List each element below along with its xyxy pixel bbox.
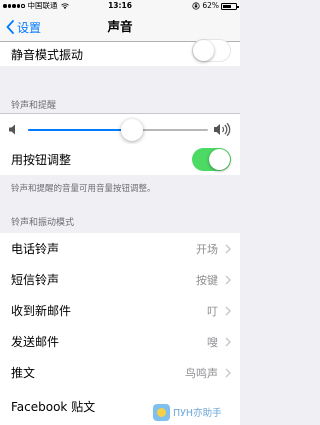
ringer-section-footer: 铃声和提醒的音量可用音量按钮调整。 (11, 184, 156, 194)
chevron-right-icon (225, 244, 231, 253)
battery-percent: 62% (202, 1, 219, 10)
chevron-right-icon (225, 306, 231, 315)
ringer-volume-row (0, 113, 240, 144)
page-title: 声音 (107, 19, 133, 34)
speaker-low-icon (9, 124, 15, 135)
list-item-ringtone[interactable]: 电话铃声 开场 (0, 233, 240, 264)
vibrate-on-silent-switch[interactable] (192, 39, 231, 62)
list-item-value: 开场 (196, 242, 218, 256)
rotation-lock-icon (192, 2, 200, 10)
battery-icon (221, 2, 239, 10)
list-item-value: 按键 (196, 273, 218, 287)
chevron-right-icon (225, 337, 231, 346)
list-item-value: 嗖 (207, 335, 218, 349)
navigation-bar: 设置 声音 (0, 12, 240, 42)
chevron-right-icon (225, 275, 231, 284)
list-item-tweet[interactable]: 推文 鸟鸣声 (0, 357, 240, 388)
status-bar: 中国联通 13:16 62% (0, 0, 240, 12)
change-with-buttons-row: 用按钮调整 (0, 144, 240, 175)
patterns-section-header: 铃声和振动模式 (11, 218, 75, 228)
vibrate-on-silent-row: 静音模式振动 (0, 39, 240, 66)
list-item-value: 鸟鸣声 (185, 366, 218, 380)
speaker-high-icon (214, 123, 231, 136)
list-item-new-mail[interactable]: 收到新邮件 叮 (0, 295, 240, 326)
switch-knob (193, 39, 214, 61)
change-with-buttons-switch[interactable] (192, 148, 231, 171)
list-item-sent-mail[interactable]: 发送邮件 嗖 (0, 326, 240, 357)
watermark-text: ПУН亦助手 (173, 408, 222, 419)
volume-slider-thumb[interactable] (121, 119, 144, 141)
list-item-label: 短信铃声 (11, 273, 60, 287)
watermark-logo-icon (153, 403, 170, 421)
list-item-label: 电话铃声 (11, 242, 60, 256)
ringer-section-header: 铃声和提醒 (11, 101, 57, 111)
list-item-label: 发送邮件 (11, 335, 60, 349)
volume-slider[interactable] (28, 119, 208, 141)
list-item-label: 收到新邮件 (11, 304, 72, 318)
status-right: 62% (192, 0, 239, 12)
switch-knob (209, 149, 230, 170)
watermark: ПУН亦助手 (153, 402, 222, 422)
battery-fill (223, 4, 231, 8)
list-item-text-tone[interactable]: 短信铃声 按键 (0, 264, 240, 295)
list-item-value: 叮 (207, 304, 218, 318)
chevron-right-icon (225, 368, 231, 377)
volume-slider-fill (28, 129, 133, 131)
list-item-label: 推文 (11, 366, 36, 380)
